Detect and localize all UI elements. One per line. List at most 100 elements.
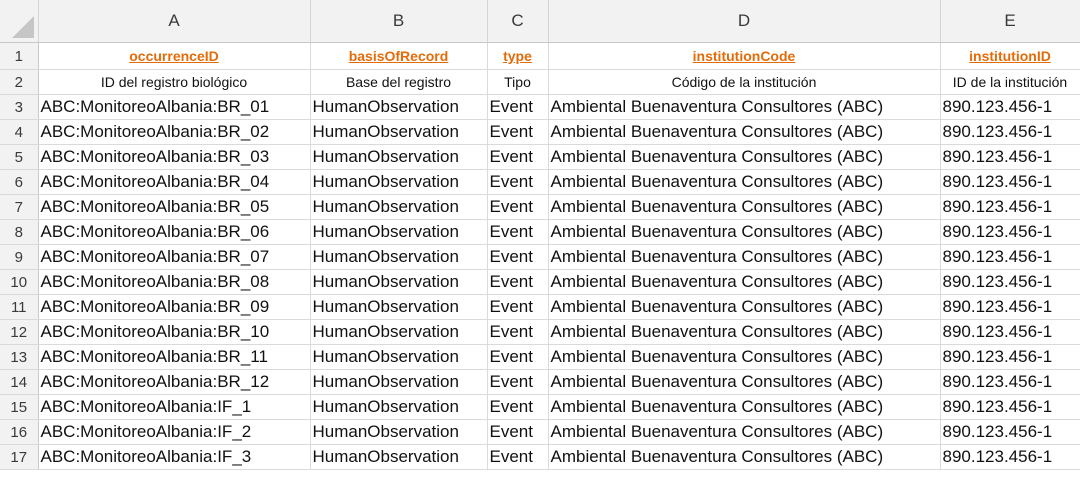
table-cell[interactable]: ABC:MonitoreoAlbania:BR_07 (38, 244, 311, 270)
table-cell[interactable]: Event (487, 119, 549, 145)
row-header[interactable]: 4 (0, 119, 39, 145)
description-cell[interactable]: ID del registro biológico (38, 69, 311, 95)
column-header-b[interactable]: B (310, 0, 488, 43)
table-cell[interactable]: ABC:MonitoreoAlbania:IF_2 (38, 419, 311, 445)
table-cell[interactable]: HumanObservation (310, 444, 488, 470)
table-cell[interactable]: HumanObservation (310, 294, 488, 320)
column-header-e[interactable]: E (940, 0, 1080, 43)
table-cell[interactable]: Event (487, 294, 549, 320)
table-cell[interactable]: 890.123.456-1 (940, 194, 1080, 220)
table-cell[interactable]: HumanObservation (310, 144, 488, 170)
row-header[interactable]: 13 (0, 344, 39, 370)
table-cell[interactable]: Ambiental Buenaventura Consultores (ABC) (548, 444, 941, 470)
table-cell[interactable]: Event (487, 419, 549, 445)
row-header[interactable]: 14 (0, 369, 39, 395)
table-cell[interactable]: 890.123.456-1 (940, 219, 1080, 245)
table-cell[interactable]: 890.123.456-1 (940, 344, 1080, 370)
table-cell[interactable]: ABC:MonitoreoAlbania:BR_10 (38, 319, 311, 345)
table-cell[interactable]: HumanObservation (310, 269, 488, 295)
table-cell[interactable]: ABC:MonitoreoAlbania:BR_09 (38, 294, 311, 320)
row-header[interactable]: 12 (0, 319, 39, 345)
table-cell[interactable]: HumanObservation (310, 219, 488, 245)
description-cell[interactable]: Código de la institución (548, 69, 941, 95)
field-cell-type[interactable]: type (487, 42, 549, 70)
table-cell[interactable]: 890.123.456-1 (940, 294, 1080, 320)
table-cell[interactable]: Ambiental Buenaventura Consultores (ABC) (548, 419, 941, 445)
table-cell[interactable]: 890.123.456-1 (940, 319, 1080, 345)
table-cell[interactable]: ABC:MonitoreoAlbania:BR_02 (38, 119, 311, 145)
table-cell[interactable]: Ambiental Buenaventura Consultores (ABC) (548, 194, 941, 220)
table-cell[interactable]: Event (487, 369, 549, 395)
table-cell[interactable]: ABC:MonitoreoAlbania:BR_04 (38, 169, 311, 195)
field-cell-occurrenceid[interactable]: occurrenceID (38, 42, 311, 70)
table-cell[interactable]: ABC:MonitoreoAlbania:BR_05 (38, 194, 311, 220)
row-header[interactable]: 6 (0, 169, 39, 195)
field-cell-institutionid[interactable]: institutionID (940, 42, 1080, 70)
table-cell[interactable]: ABC:MonitoreoAlbania:BR_12 (38, 369, 311, 395)
row-header[interactable]: 3 (0, 94, 39, 120)
table-cell[interactable]: Ambiental Buenaventura Consultores (ABC) (548, 119, 941, 145)
table-cell[interactable]: HumanObservation (310, 319, 488, 345)
table-cell[interactable]: 890.123.456-1 (940, 144, 1080, 170)
select-all-corner[interactable] (0, 0, 39, 43)
table-cell[interactable]: ABC:MonitoreoAlbania:IF_1 (38, 394, 311, 420)
description-cell[interactable]: ID de la institución (940, 69, 1080, 95)
table-cell[interactable]: Ambiental Buenaventura Consultores (ABC) (548, 244, 941, 270)
table-cell[interactable]: Ambiental Buenaventura Consultores (ABC) (548, 269, 941, 295)
column-header-a[interactable]: A (38, 0, 311, 43)
table-cell[interactable]: Event (487, 194, 549, 220)
table-cell[interactable]: Event (487, 169, 549, 195)
table-cell[interactable]: Event (487, 219, 549, 245)
column-header-c[interactable]: C (487, 0, 549, 43)
table-cell[interactable]: HumanObservation (310, 244, 488, 270)
table-cell[interactable]: Ambiental Buenaventura Consultores (ABC) (548, 369, 941, 395)
table-cell[interactable]: ABC:MonitoreoAlbania:IF_3 (38, 444, 311, 470)
table-cell[interactable]: Ambiental Buenaventura Consultores (ABC) (548, 144, 941, 170)
table-cell[interactable]: HumanObservation (310, 194, 488, 220)
field-cell-basisofrecord[interactable]: basisOfRecord (310, 42, 488, 70)
table-cell[interactable]: Ambiental Buenaventura Consultores (ABC) (548, 219, 941, 245)
table-cell[interactable]: Event (487, 94, 549, 120)
table-cell[interactable]: 890.123.456-1 (940, 444, 1080, 470)
table-cell[interactable]: Ambiental Buenaventura Consultores (ABC) (548, 294, 941, 320)
row-header[interactable]: 7 (0, 194, 39, 220)
row-header[interactable]: 9 (0, 244, 39, 270)
row-header[interactable]: 1 (0, 42, 39, 70)
table-cell[interactable]: 890.123.456-1 (940, 269, 1080, 295)
table-cell[interactable]: Event (487, 144, 549, 170)
table-cell[interactable]: ABC:MonitoreoAlbania:BR_06 (38, 219, 311, 245)
row-header[interactable]: 17 (0, 444, 39, 470)
table-cell[interactable]: Ambiental Buenaventura Consultores (ABC) (548, 319, 941, 345)
row-header[interactable]: 2 (0, 69, 39, 95)
table-cell[interactable]: HumanObservation (310, 119, 488, 145)
table-cell[interactable]: 890.123.456-1 (940, 394, 1080, 420)
table-cell[interactable]: HumanObservation (310, 369, 488, 395)
table-cell[interactable]: Event (487, 269, 549, 295)
field-cell-institutioncode[interactable]: institutionCode (548, 42, 941, 70)
table-cell[interactable]: 890.123.456-1 (940, 169, 1080, 195)
column-header-d[interactable]: D (548, 0, 941, 43)
description-cell[interactable]: Tipo (487, 69, 549, 95)
description-cell[interactable]: Base del registro (310, 69, 488, 95)
table-cell[interactable]: ABC:MonitoreoAlbania:BR_01 (38, 94, 311, 120)
table-cell[interactable]: Event (487, 344, 549, 370)
table-cell[interactable]: HumanObservation (310, 94, 488, 120)
table-cell[interactable]: Event (487, 319, 549, 345)
table-cell[interactable]: Ambiental Buenaventura Consultores (ABC) (548, 394, 941, 420)
table-cell[interactable]: HumanObservation (310, 169, 488, 195)
table-cell[interactable]: HumanObservation (310, 344, 488, 370)
row-header[interactable]: 5 (0, 144, 39, 170)
row-header[interactable]: 11 (0, 294, 39, 320)
row-header[interactable]: 16 (0, 419, 39, 445)
table-cell[interactable]: 890.123.456-1 (940, 419, 1080, 445)
table-cell[interactable]: Event (487, 444, 549, 470)
row-header[interactable]: 10 (0, 269, 39, 295)
table-cell[interactable]: 890.123.456-1 (940, 369, 1080, 395)
table-cell[interactable]: Event (487, 394, 549, 420)
table-cell[interactable]: ABC:MonitoreoAlbania:BR_11 (38, 344, 311, 370)
table-cell[interactable]: ABC:MonitoreoAlbania:BR_03 (38, 144, 311, 170)
table-cell[interactable]: 890.123.456-1 (940, 244, 1080, 270)
row-header[interactable]: 8 (0, 219, 39, 245)
row-header[interactable]: 15 (0, 394, 39, 420)
table-cell[interactable]: 890.123.456-1 (940, 119, 1080, 145)
